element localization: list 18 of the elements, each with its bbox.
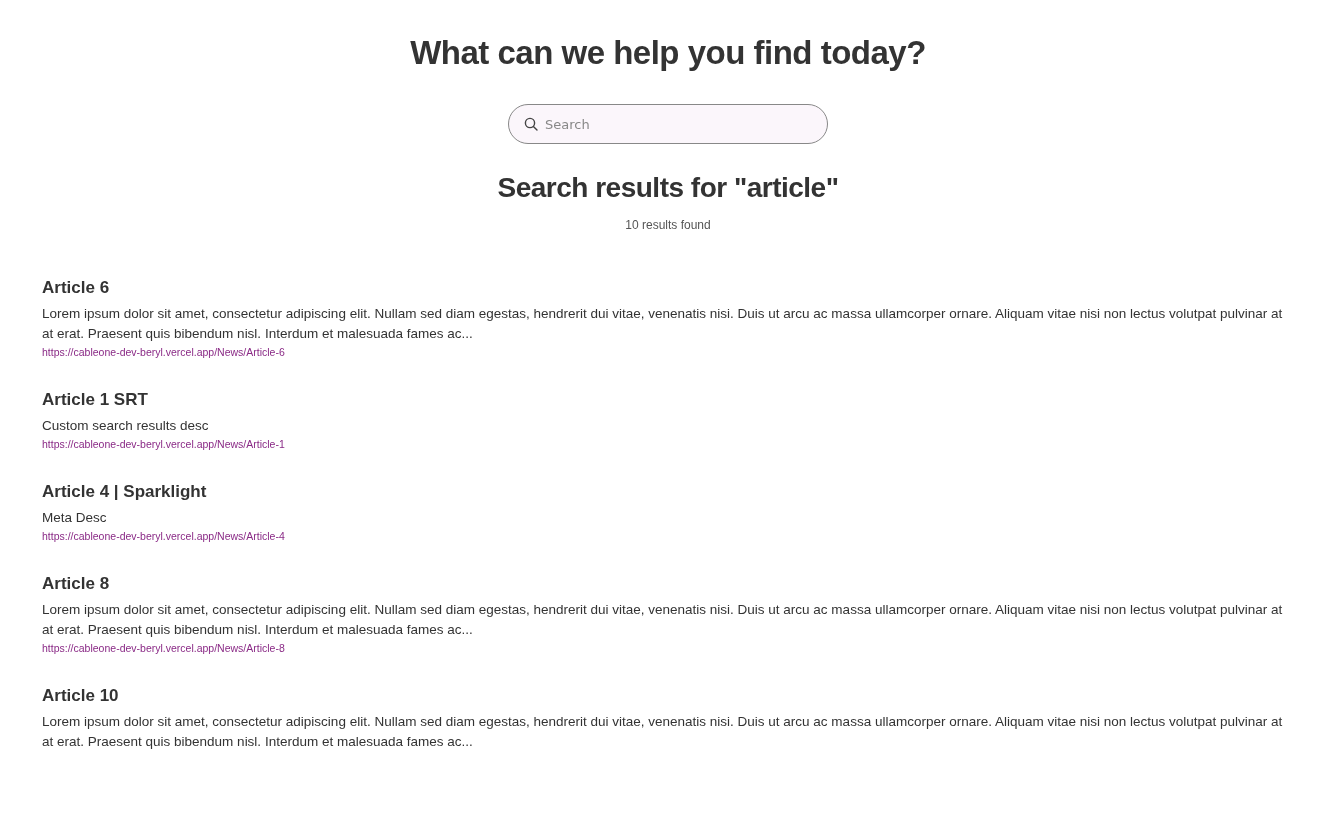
result-title: Article 1 SRT bbox=[42, 390, 149, 410]
result-description: Custom search results desc bbox=[42, 417, 210, 435]
result-link[interactable]: https://cableone-dev-beryl.vercel.app/News/Article-6 bbox=[42, 346, 285, 358]
result-description: Lorem ipsum dolor sit amet, consectetur adipiscing elit. Nullam sed diam egestas, hendrerit dui vitae, venenatis nisi. Duis ut arcu ac massa ullamcorper ornare. Aliquam vitae nisi non lectus volutpat pulvinar at at erat. Praesent quis bibendum nisl. Interdum et malesuada fames ac... bbox=[42, 601, 1284, 639]
results-heading: Search results for "article" bbox=[497, 172, 839, 204]
result-description: Lorem ipsum dolor sit amet, consectetur adipiscing elit. Nullam sed diam egestas, hendrerit dui vitae, venenatis nisi. Duis ut arcu ac massa ullamcorper ornare. Aliquam vitae nisi non lectus volutpat pulvinar at at erat. Praesent quis bibendum nisl. Interdum et malesuada fames ac... bbox=[42, 713, 1284, 751]
result-description: Lorem ipsum dolor sit amet, consectetur adipiscing elit. Nullam sed diam egestas, hendrerit dui vitae, venenatis nisi. Duis ut arcu ac massa ullamcorper ornare. Aliquam vitae nisi non lectus volutpat pulvinar at at erat. Praesent quis bibendum nisl. Interdum et malesuada fames ac... bbox=[42, 305, 1284, 343]
result-title: Article 4 | Sparklight bbox=[42, 482, 208, 502]
search-field[interactable]: Search bbox=[508, 104, 828, 144]
result-link[interactable]: https://cableone-dev-beryl.vercel.app/News/Article-8 bbox=[42, 642, 285, 654]
result-title: Article 10 bbox=[42, 686, 120, 706]
result-description: Meta Desc bbox=[42, 509, 108, 527]
result-link[interactable]: https://cableone-dev-beryl.vercel.app/News/Article-4 bbox=[42, 530, 285, 542]
results-count: 10 results found bbox=[625, 218, 711, 232]
result-title: Article 6 bbox=[42, 278, 111, 298]
page-heading: What can we help you find today? bbox=[410, 34, 926, 72]
result-link[interactable]: https://cableone-dev-beryl.vercel.app/News/Article-1 bbox=[42, 438, 285, 450]
result-title: Article 8 bbox=[42, 574, 111, 594]
